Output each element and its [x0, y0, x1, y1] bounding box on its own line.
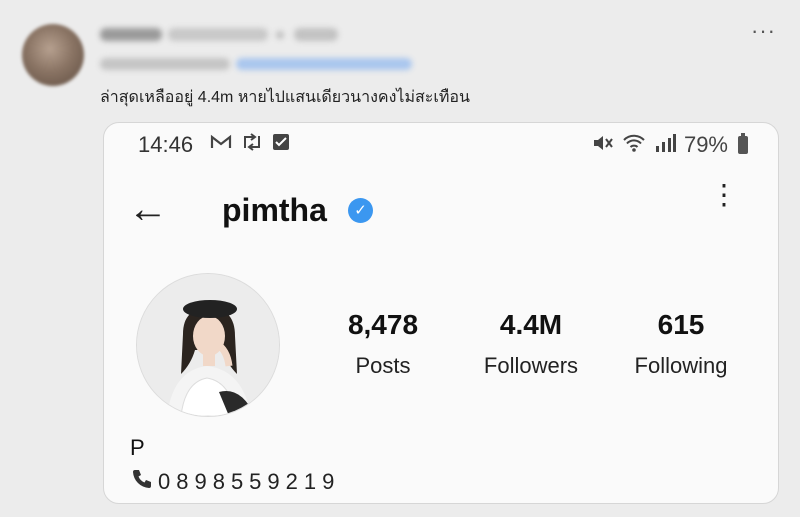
kebab-menu-icon[interactable]: ⋮	[710, 181, 738, 209]
following-count: 615	[657, 309, 705, 340]
gmail-icon	[210, 134, 232, 155]
phone-number[interactable]: 0898559219	[158, 469, 340, 495]
status-bar: 14:46 79%	[104, 123, 778, 165]
reply-link-redacted	[236, 58, 412, 70]
stat-following[interactable]: 615 Following	[616, 309, 746, 379]
separator-redacted	[276, 31, 284, 39]
posts-count: 8,478	[347, 309, 419, 340]
verified-badge-icon: ✓	[348, 198, 373, 223]
status-time: 14:46	[138, 132, 194, 157]
post-time-redacted	[294, 28, 338, 41]
back-arrow-icon[interactable]: ←	[128, 189, 168, 229]
author-avatar-blurred[interactable]	[22, 24, 84, 86]
author-name-redacted	[100, 28, 162, 41]
bio-name: P	[130, 435, 145, 460]
checkbox-icon	[272, 133, 290, 156]
phone-icon	[130, 467, 154, 497]
social-post: ··· ล่าสุดเหลืออยู่ 4.4m หายไปแสนเดียวนา…	[0, 0, 800, 517]
author-handle-redacted	[168, 28, 268, 41]
wifi-icon	[622, 133, 646, 158]
attached-screenshot[interactable]: 14:46 79% ← pimtha ✓ ⋮ 8,478 Posts 4.4M …	[103, 122, 779, 504]
post-caption: ล่าสุดเหลืออยู่ 4.4m หายไปแสนเดียวนางคงไ…	[100, 89, 470, 106]
followers-label: Followers	[483, 353, 579, 378]
following-label: Following	[634, 353, 728, 378]
profile-username: pimtha	[222, 192, 327, 228]
followers-count: 4.4M	[499, 309, 563, 340]
stat-posts[interactable]: 8,478 Posts	[318, 309, 448, 379]
battery-icon	[738, 133, 748, 154]
posts-label: Posts	[355, 353, 411, 378]
retweet-icon	[240, 133, 264, 156]
profile-picture[interactable]	[136, 273, 280, 417]
signal-icon	[654, 133, 676, 157]
bio-phone-row[interactable]: 0898559219	[130, 467, 340, 497]
more-options-button[interactable]: ···	[751, 18, 776, 44]
stat-followers[interactable]: 4.4M Followers	[466, 309, 596, 379]
reply-to-redacted	[100, 58, 230, 70]
battery-percent: 79%	[683, 132, 728, 157]
mute-icon	[592, 133, 614, 158]
